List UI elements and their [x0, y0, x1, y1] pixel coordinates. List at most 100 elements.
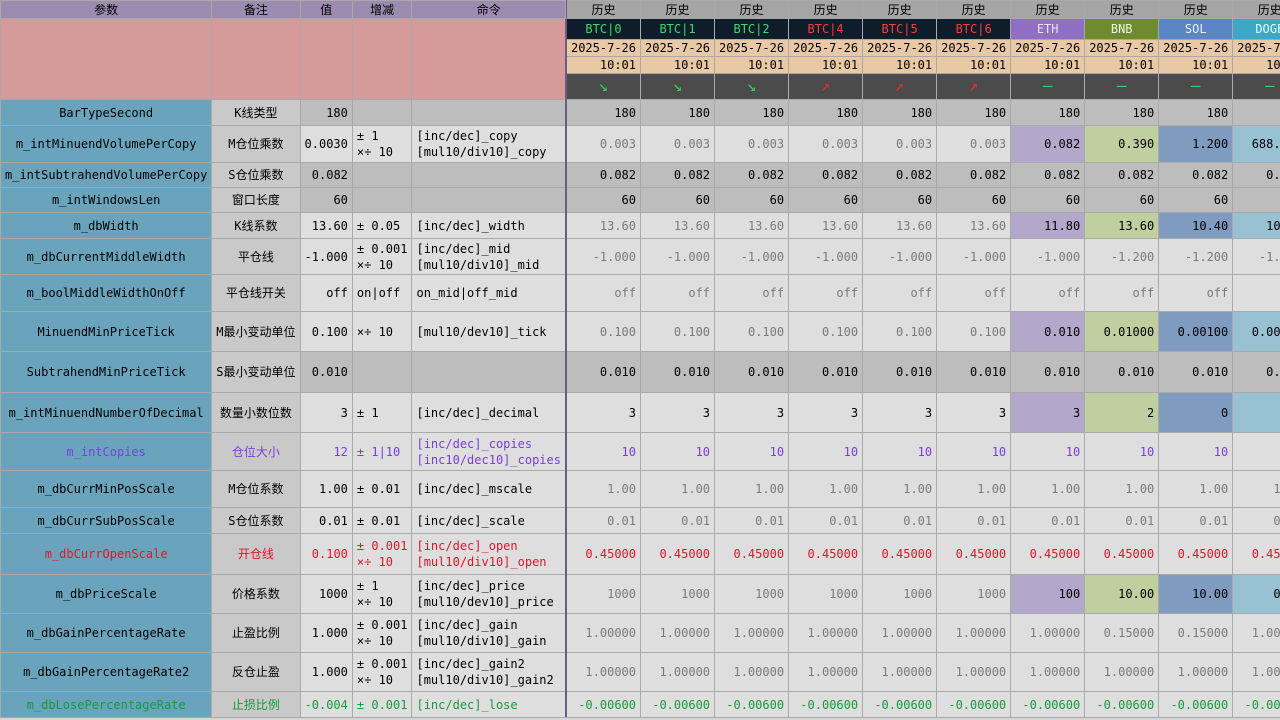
history-value-cell[interactable]: -0.00600 — [714, 691, 790, 718]
history-value-cell[interactable]: 13.60 — [936, 212, 1012, 239]
history-value-cell[interactable]: 10 — [1232, 432, 1280, 471]
col-header-history[interactable]: 历史 — [714, 0, 790, 19]
symbol-label[interactable]: BTC|1 — [639, 18, 716, 40]
param-step[interactable]: ± 0.05 — [351, 212, 413, 239]
history-value-cell[interactable]: 0.010 — [1010, 311, 1086, 352]
history-value-cell[interactable]: 10 — [565, 432, 642, 471]
history-value-cell[interactable]: -1.000 — [714, 238, 790, 275]
history-value-cell[interactable]: 180 — [639, 99, 716, 126]
history-value-cell[interactable]: off — [862, 274, 938, 312]
param-name[interactable]: m_intCopies — [0, 432, 213, 471]
col-header-param[interactable]: 参数 — [0, 0, 213, 19]
param-name[interactable]: m_dbLosePercentageRate — [0, 691, 213, 718]
history-value-cell[interactable]: off — [788, 274, 864, 312]
param-value[interactable]: -1.000 — [299, 238, 353, 275]
history-value-cell[interactable]: 60 — [1084, 187, 1160, 213]
history-value-cell[interactable]: 0.082 — [1010, 125, 1086, 163]
param-command[interactable]: [inc/dec]_decimal — [411, 392, 566, 433]
history-value-cell[interactable]: 180 — [714, 99, 790, 126]
param-note[interactable]: 开仓线 — [211, 533, 301, 575]
history-value-cell[interactable]: -0.00600 — [936, 691, 1012, 718]
history-value-cell[interactable]: 1.00 — [862, 470, 938, 508]
history-value-cell[interactable]: off — [639, 274, 716, 312]
param-value[interactable]: 1000 — [299, 574, 353, 614]
history-value-cell[interactable]: 0.01000 — [1084, 311, 1160, 352]
param-name[interactable]: m_dbCurrSubPosScale — [0, 507, 213, 534]
history-value-cell[interactable]: 0.01 — [1084, 507, 1160, 534]
param-name[interactable]: MinuendMinPriceTick — [0, 311, 213, 352]
param-value[interactable]: off — [299, 274, 353, 312]
history-value-cell[interactable]: 0.003 — [862, 125, 938, 163]
history-value-cell[interactable]: 1000 — [639, 574, 716, 614]
history-value-cell[interactable]: 0.010 — [788, 351, 864, 393]
param-value[interactable]: 0.082 — [299, 162, 353, 188]
param-name[interactable]: m_intMinuendNumberOfDecimal — [0, 392, 213, 433]
history-value-cell[interactable]: 10.00 — [1084, 574, 1160, 614]
history-value-cell[interactable]: 0.010 — [1010, 351, 1086, 393]
history-value-cell[interactable]: 1.00000 — [936, 613, 1012, 653]
param-value[interactable]: 0.100 — [299, 533, 353, 575]
history-value-cell[interactable]: 0.003 — [639, 125, 716, 163]
history-value-cell[interactable]: 60 — [1158, 187, 1234, 213]
history-value-cell[interactable]: 1.00 — [565, 470, 642, 508]
history-value-cell[interactable]: 60 — [936, 187, 1012, 213]
param-value[interactable]: 0.0030 — [299, 125, 353, 163]
history-value-cell[interactable]: 1000 — [862, 574, 938, 614]
history-value-cell[interactable]: 2 — [1084, 392, 1160, 433]
symbol-label[interactable]: BNB — [1084, 18, 1160, 40]
history-value-cell[interactable]: 0.010 — [1232, 351, 1280, 393]
history-value-cell[interactable]: 0.390 — [1084, 125, 1160, 163]
history-value-cell[interactable]: 0.45000 — [1158, 533, 1234, 575]
history-value-cell[interactable]: off — [1084, 274, 1160, 312]
param-step[interactable]: ± 0.001 — [351, 691, 413, 718]
history-value-cell[interactable]: 13.60 — [639, 212, 716, 239]
history-value-cell[interactable]: 0.01 — [862, 507, 938, 534]
symbol-label[interactable]: ETH — [1010, 18, 1086, 40]
history-value-cell[interactable]: 13.60 — [714, 212, 790, 239]
param-note[interactable]: 数量小数位数 — [211, 392, 301, 433]
param-value[interactable]: 180 — [299, 99, 353, 126]
param-value[interactable]: 1.000 — [299, 613, 353, 653]
param-note[interactable]: 反仓止盈 — [211, 652, 301, 692]
history-value-cell[interactable]: off — [714, 274, 790, 312]
history-value-cell[interactable]: 1000 — [788, 574, 864, 614]
history-value-cell[interactable]: 0.15000 — [1158, 613, 1234, 653]
symbol-label[interactable]: BTC|6 — [936, 18, 1012, 40]
param-note[interactable]: M最小变动单位 — [211, 311, 301, 352]
history-value-cell[interactable]: -1.200 — [1158, 238, 1234, 275]
param-step[interactable]: ± 0.001 ×÷ 10 — [351, 238, 413, 275]
history-value-cell[interactable]: 0.01 — [1232, 507, 1280, 534]
param-step[interactable]: ± 0.001 ×÷ 10 — [351, 613, 413, 653]
param-command[interactable] — [411, 187, 566, 213]
history-value-cell[interactable]: 10 — [1010, 432, 1086, 471]
history-value-cell[interactable]: 1.00000 — [936, 652, 1012, 692]
history-value-cell[interactable]: 0.45000 — [1010, 533, 1086, 575]
col-header-history[interactable]: 历史 — [639, 0, 716, 19]
param-note[interactable]: S最小变动单位 — [211, 351, 301, 393]
param-step[interactable]: ± 1 — [351, 392, 413, 433]
history-value-cell[interactable]: 3 — [788, 392, 864, 433]
param-value[interactable]: 60 — [299, 187, 353, 213]
param-step[interactable]: ×÷ 10 — [351, 311, 413, 352]
param-step[interactable]: ± 1 ×÷ 10 — [351, 574, 413, 614]
col-header-history[interactable]: 历史 — [862, 0, 938, 19]
history-value-cell[interactable]: 10 — [639, 432, 716, 471]
history-value-cell[interactable]: 10.40 — [1232, 212, 1280, 239]
param-name[interactable]: m_dbPriceScale — [0, 574, 213, 614]
history-value-cell[interactable]: 1.00 — [714, 470, 790, 508]
history-value-cell[interactable]: 3 — [565, 392, 642, 433]
history-value-cell[interactable]: 1.00 — [1010, 470, 1086, 508]
history-value-cell[interactable]: 60 — [1232, 187, 1280, 213]
col-header-history[interactable]: 历史 — [1232, 0, 1280, 19]
history-value-cell[interactable]: 1000 — [714, 574, 790, 614]
history-value-cell[interactable]: 1.00000 — [639, 652, 716, 692]
param-note[interactable]: 仓位大小 — [211, 432, 301, 471]
col-header-step[interactable]: 增减 — [351, 0, 413, 19]
history-value-cell[interactable]: -1.000 — [565, 238, 642, 275]
history-value-cell[interactable]: -1.000 — [788, 238, 864, 275]
history-value-cell[interactable]: -0.00600 — [1010, 691, 1086, 718]
history-value-cell[interactable]: 0.010 — [936, 351, 1012, 393]
history-value-cell[interactable]: 0.003 — [565, 125, 642, 163]
param-step[interactable]: ± 0.01 — [351, 470, 413, 508]
param-step[interactable] — [351, 187, 413, 213]
